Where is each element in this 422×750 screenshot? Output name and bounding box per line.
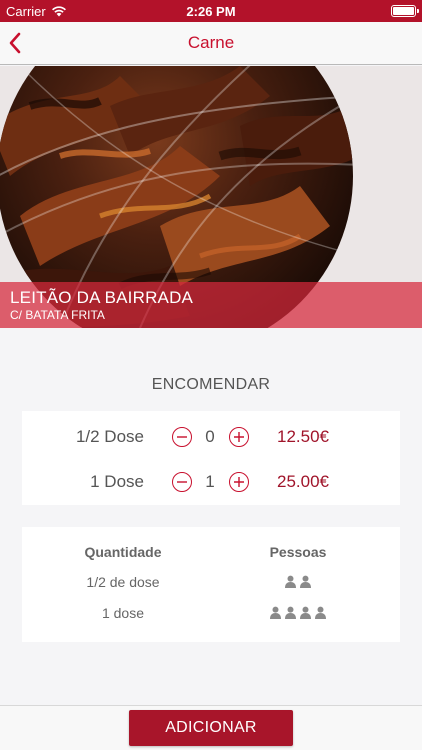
dose-label: 1 Dose bbox=[90, 472, 144, 491]
bottom-bar: ADICIONAR bbox=[0, 705, 422, 750]
minus-icon bbox=[177, 436, 187, 438]
person-icon bbox=[315, 606, 326, 619]
decrement-button[interactable] bbox=[172, 472, 192, 492]
back-button[interactable] bbox=[8, 30, 28, 56]
order-row-full-dose: 1 Dose 1 25.00€ bbox=[22, 467, 400, 497]
increment-button[interactable] bbox=[229, 472, 249, 492]
carrier-label: Carrier bbox=[6, 3, 46, 19]
price-value: 25.00€ bbox=[277, 472, 329, 491]
price-value: 12.50€ bbox=[277, 427, 329, 446]
status-bar: Carrier 2:26 PM bbox=[0, 0, 422, 22]
portion-info-card: Quantidade Pessoas 1/2 de dose 1 dose bbox=[22, 527, 400, 642]
dish-hero-image: LEITÃO DA BAIRRADA C/ BATATA FRITA bbox=[0, 66, 422, 328]
plus-icon bbox=[234, 477, 244, 487]
quantity-value: 1 bbox=[205, 472, 215, 491]
order-section-title: ENCOMENDAR bbox=[151, 376, 271, 393]
people-header: Pessoas bbox=[269, 544, 327, 560]
dish-title: LEITÃO DA BAIRRADA bbox=[10, 288, 194, 307]
wifi-icon bbox=[51, 6, 66, 17]
page-title: Carne bbox=[187, 33, 235, 52]
person-icon bbox=[300, 606, 311, 619]
minus-icon bbox=[177, 481, 187, 483]
person-icon bbox=[285, 606, 296, 619]
status-left: Carrier bbox=[6, 4, 67, 19]
quantity-cell: 1/2 de dose bbox=[86, 574, 160, 590]
people-icons bbox=[203, 606, 393, 619]
quantity-cell: 1 dose bbox=[101, 605, 145, 621]
people-icons bbox=[203, 575, 393, 588]
quantity-value: 0 bbox=[205, 427, 215, 446]
dish-caption: LEITÃO DA BAIRRADA C/ BATATA FRITA bbox=[0, 282, 422, 328]
person-icon bbox=[285, 575, 296, 588]
person-icon bbox=[270, 606, 281, 619]
chevron-left-icon bbox=[9, 32, 21, 54]
person-icon bbox=[300, 575, 311, 588]
dish-subtitle: C/ BATATA FRITA bbox=[10, 308, 105, 322]
dose-label: 1/2 Dose bbox=[75, 427, 144, 446]
quantity-header: Quantidade bbox=[84, 544, 162, 560]
plus-icon bbox=[234, 432, 244, 442]
battery-icon bbox=[391, 5, 419, 17]
order-card: 1/2 Dose 0 12.50€ 1 Dose 1 25.00€ bbox=[22, 411, 400, 505]
add-to-order-button[interactable]: ADICIONAR bbox=[129, 710, 293, 746]
order-row-half-dose: 1/2 Dose 0 12.50€ bbox=[22, 422, 400, 452]
navigation-bar: Carne bbox=[0, 22, 422, 65]
decrement-button[interactable] bbox=[172, 427, 192, 447]
increment-button[interactable] bbox=[229, 427, 249, 447]
